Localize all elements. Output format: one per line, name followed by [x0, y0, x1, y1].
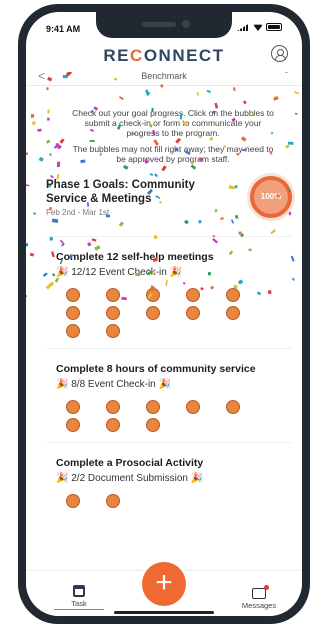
goal-card: Complete 12 self-help meetings 🎉 12/12 Ev…	[46, 236, 292, 348]
goal-title: Complete 12 self-help meetings	[56, 251, 214, 263]
status-icons	[237, 23, 282, 31]
bubble-grid	[66, 494, 292, 508]
back-chevron-icon[interactable]: <	[38, 69, 45, 83]
phase-header: Phase 1 Goals: Community Service & Meeti…	[46, 176, 292, 236]
main-content: Check out your goal progress. Click on t…	[26, 86, 302, 570]
goal-card: Complete 8 hours of community service 🎉 8…	[46, 348, 292, 442]
page-title: Benchmark	[141, 71, 187, 81]
calendar-icon	[73, 585, 85, 597]
progress-bubble[interactable]	[66, 418, 80, 432]
party-popper-icon: 🎉	[166, 267, 183, 278]
bubble-grid	[66, 400, 292, 432]
goal-title: Complete 8 hours of community service	[56, 363, 256, 375]
progress-bubble[interactable]	[226, 288, 240, 302]
progress-bubble[interactable]	[66, 288, 80, 302]
phone-frame: 9:41 AM RECONNECT < Benchmark Check out …	[18, 4, 310, 624]
signal-icon	[237, 23, 250, 31]
nav-messages-label: Messages	[241, 601, 277, 610]
progress-bubble[interactable]	[146, 306, 160, 320]
progress-bubble[interactable]	[106, 418, 120, 432]
goal-status: 🎉 12/12 Event Check-in 🎉	[56, 267, 292, 278]
progress-bubble[interactable]	[66, 400, 80, 414]
status-time: 9:41 AM	[46, 24, 81, 34]
profile-icon[interactable]	[271, 45, 288, 62]
progress-bubble[interactable]	[66, 494, 80, 508]
wifi-icon	[253, 24, 263, 31]
progress-bubble[interactable]	[146, 288, 160, 302]
progress-bubble[interactable]	[106, 494, 120, 508]
battery-icon	[266, 23, 282, 31]
info-line-2: The bubbles may not fill right away; the…	[72, 144, 274, 164]
goal-title: Complete a Prosocial Activity	[56, 457, 204, 469]
add-button[interactable]: +	[142, 562, 186, 606]
progress-bubble[interactable]	[106, 288, 120, 302]
info-line-1: Check out your goal progress. Click on t…	[72, 108, 274, 138]
goal-status: 🎉 8/8 Event Check-in 🎉	[56, 379, 292, 390]
app-header: RECONNECT	[26, 42, 302, 68]
nav-messages[interactable]: Messages	[234, 585, 284, 610]
bottom-nav: Task + Messages	[26, 562, 302, 616]
home-indicator	[114, 611, 214, 614]
nav-task-label: Task	[71, 599, 87, 608]
goal-card: Complete a Prosocial Activity 🎉 2/2 Docum…	[46, 442, 292, 518]
progress-bubble[interactable]	[66, 306, 80, 320]
nav-task[interactable]: Task	[54, 585, 104, 610]
party-popper-icon: 🎉	[187, 473, 204, 484]
progress-bubble[interactable]	[226, 306, 240, 320]
party-popper-icon: 🎉	[56, 267, 72, 278]
progress-bubble[interactable]	[186, 288, 200, 302]
app-logo: RECONNECT	[103, 46, 225, 65]
goal-status-text: 12/12 Event Check-in	[71, 267, 167, 278]
goal-status-text: 2/2 Document Submission	[71, 473, 188, 484]
progress-bubble[interactable]	[66, 324, 80, 338]
device-notch	[96, 12, 232, 38]
progress-bubble[interactable]	[106, 306, 120, 320]
party-popper-icon: 🎉	[155, 379, 171, 390]
progress-bubble[interactable]	[226, 400, 240, 414]
progress-bubble[interactable]	[186, 400, 200, 414]
goal-status: 🎉 2/2 Document Submission 🎉	[56, 473, 292, 484]
app-screen: 9:41 AM RECONNECT < Benchmark Check out …	[26, 12, 302, 616]
progress-bubble[interactable]	[106, 324, 120, 338]
progress-bubble[interactable]	[146, 418, 160, 432]
bubble-grid	[66, 288, 292, 338]
party-popper-icon: 🎉	[56, 473, 72, 484]
progress-bubble[interactable]	[146, 400, 160, 414]
phase-title: Phase 1 Goals: Community Service & Meeti…	[46, 179, 195, 205]
messages-icon	[252, 585, 269, 599]
progress-bubble[interactable]	[186, 306, 200, 320]
party-popper-icon: 🎉	[56, 379, 72, 390]
goal-status-text: 8/8 Event Check-in	[71, 379, 156, 390]
info-text: Check out your goal progress. Click on t…	[26, 86, 302, 164]
progress-bubble[interactable]	[106, 400, 120, 414]
phase-progress-ring: 100%	[250, 176, 292, 218]
sub-header: < Benchmark	[26, 68, 302, 86]
phase-progress-label: 100%	[260, 192, 282, 201]
